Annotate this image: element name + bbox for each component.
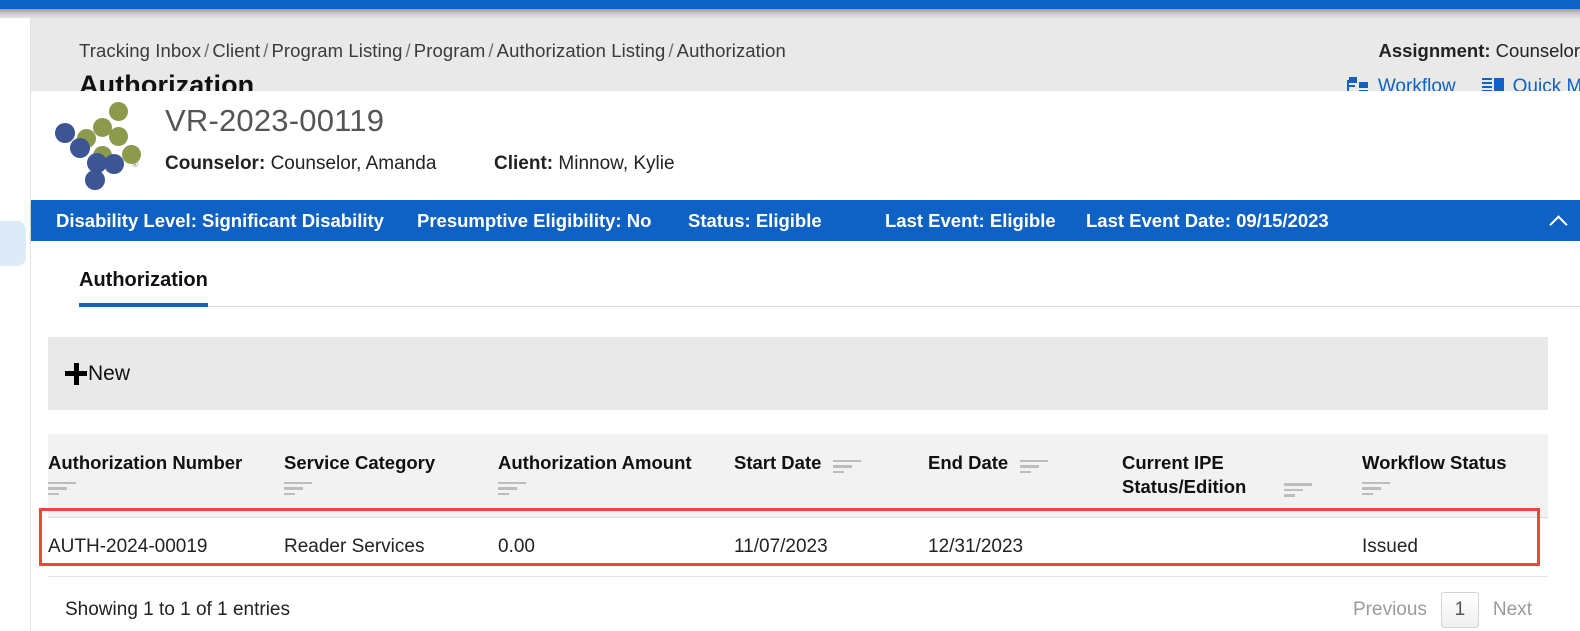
agency-logo: ® — [53, 102, 157, 190]
record-id: VR-2023-00119 — [165, 103, 385, 138]
column-header-start-date[interactable]: Start Date — [734, 434, 928, 519]
cell-current-ipe-status — [1122, 517, 1362, 578]
left-rail — [0, 18, 31, 631]
column-header-authorization-number[interactable]: Authorization Number — [48, 434, 284, 519]
breadcrumb-separator: / — [668, 40, 674, 61]
entries-summary: Showing 1 to 1 of 1 entries — [65, 599, 290, 621]
table-header-row: Authorization Number Service Category Au… — [48, 434, 1548, 519]
counselor-value: Counselor, Amanda — [270, 153, 437, 174]
column-header-label: Workflow Status — [1362, 452, 1507, 473]
breadcrumb: Tracking Inbox / Client / Program Listing / Pr… — [79, 40, 786, 62]
new-button-label: New — [88, 361, 131, 385]
column-header-service-category[interactable]: Service Category — [284, 434, 498, 519]
top-accent-strip — [0, 0, 1580, 9]
client-value: Minnow, Kylie — [558, 153, 675, 174]
tab-authorization[interactable]: Authorization — [79, 269, 208, 307]
top-shadow-strip — [0, 9, 1580, 18]
status-item-disability-level: Disability Level: Significant Disability — [56, 209, 384, 231]
sort-icon[interactable] — [498, 481, 526, 497]
row-highlight-outline — [39, 507, 1540, 566]
plus-icon — [65, 362, 87, 385]
sort-icon[interactable] — [284, 481, 312, 497]
column-header-label: Service Category — [284, 452, 436, 473]
breadcrumb-item-3[interactable]: Program — [414, 40, 486, 61]
breadcrumb-item-2[interactable]: Program Listing — [271, 40, 402, 61]
case-status-bar: Disability Level: Significant Disability… — [31, 200, 1580, 241]
sort-icon[interactable] — [48, 481, 76, 497]
grid-toolbar: New — [48, 337, 1548, 410]
application-root: Tracking Inbox / Client / Program Listing / Pr… — [0, 0, 1580, 631]
column-header-label: End Date — [928, 452, 1009, 473]
table-body: AUTH-2024-00019 Reader Services 0.00 11/… — [39, 507, 1548, 578]
registered-mark: ® — [132, 160, 138, 169]
breadcrumb-item-5: Authorization — [676, 40, 786, 61]
column-header-label: Current IPE Status/Edition — [1122, 452, 1247, 497]
status-item-last-event: Last Event: Eligible — [885, 209, 1056, 231]
breadcrumb-item-4[interactable]: Authorization Listing — [497, 40, 666, 61]
column-header-label: Start Date — [734, 452, 822, 473]
status-item-status: Status: Eligible — [688, 209, 822, 231]
breadcrumb-item-1[interactable]: Client — [212, 40, 260, 61]
authorization-table: Authorization Number Service Category Au… — [39, 434, 1548, 578]
assignment-info: Assignment: Counselor — [1378, 40, 1580, 62]
breadcrumb-item-0[interactable]: Tracking Inbox — [79, 40, 201, 61]
client-label: Client: — [494, 153, 554, 174]
sort-icon[interactable] — [1284, 483, 1312, 498]
cell-workflow-status: Issued — [1362, 517, 1548, 578]
table-header: Authorization Number Service Category Au… — [48, 434, 1548, 519]
breadcrumb-separator: / — [405, 40, 411, 61]
new-button[interactable]: New — [65, 362, 130, 386]
pagination-next[interactable]: Next — [1479, 599, 1546, 621]
sort-icon[interactable] — [833, 459, 862, 475]
record-summary-band: ® VR-2023-00119 Counselor: Counselor, Am… — [31, 91, 1580, 200]
cell-start-date: 11/07/2023 — [734, 517, 928, 578]
chevron-up-icon[interactable] — [1549, 210, 1571, 232]
page-header-band: Tracking Inbox / Client / Program Listing / Pr… — [31, 18, 1580, 100]
breadcrumb-separator: / — [263, 40, 269, 61]
column-header-authorization-amount[interactable]: Authorization Amount — [498, 434, 734, 519]
cell-authorization-number: AUTH-2024-00019 — [39, 507, 1540, 578]
pagination-previous[interactable]: Previous — [1339, 599, 1441, 621]
sort-icon[interactable] — [1362, 481, 1390, 497]
column-header-label: Authorization Number — [48, 452, 243, 473]
breadcrumb-separator: / — [204, 40, 210, 61]
breadcrumb-separator: / — [488, 40, 494, 61]
table-row[interactable]: AUTH-2024-00019 Reader Services 0.00 11/… — [39, 507, 1548, 578]
cell-authorization-amount: 0.00 — [498, 517, 734, 578]
assignment-value: Counselor — [1495, 40, 1580, 61]
status-item-presumptive-eligibility: Presumptive Eligibility: No — [417, 209, 652, 231]
sort-icon[interactable] — [1020, 459, 1049, 475]
table-footer: Showing 1 to 1 of 1 entries Previous 1 N… — [48, 592, 1548, 629]
pagination: Previous 1 Next — [1339, 592, 1546, 629]
column-header-label: Authorization Amount — [498, 452, 692, 473]
column-header-end-date[interactable]: End Date — [928, 434, 1122, 519]
assignment-label: Assignment: — [1378, 40, 1491, 61]
counselor-label: Counselor: — [165, 153, 266, 174]
cell-service-category: Reader Services — [284, 517, 498, 578]
left-rail-pill[interactable] — [0, 221, 26, 266]
cell-end-date: 12/31/2023 — [928, 517, 1122, 578]
authorization-panel: New Authorization Number Service Categor… — [39, 337, 1548, 629]
tab-strip: Authorization — [31, 241, 1580, 319]
counselor-field: Counselor: Counselor, Amanda — [165, 153, 436, 175]
pagination-page-1[interactable]: 1 — [1440, 592, 1479, 629]
column-header-current-ipe-status-edition[interactable]: Current IPE Status/Edition — [1122, 434, 1362, 519]
column-header-workflow-status[interactable]: Workflow Status — [1362, 434, 1548, 519]
client-field: Client: Minnow, Kylie — [494, 153, 675, 175]
tab-strip-divider — [79, 306, 1580, 307]
status-item-last-event-date: Last Event Date: 09/15/2023 — [1086, 209, 1329, 231]
